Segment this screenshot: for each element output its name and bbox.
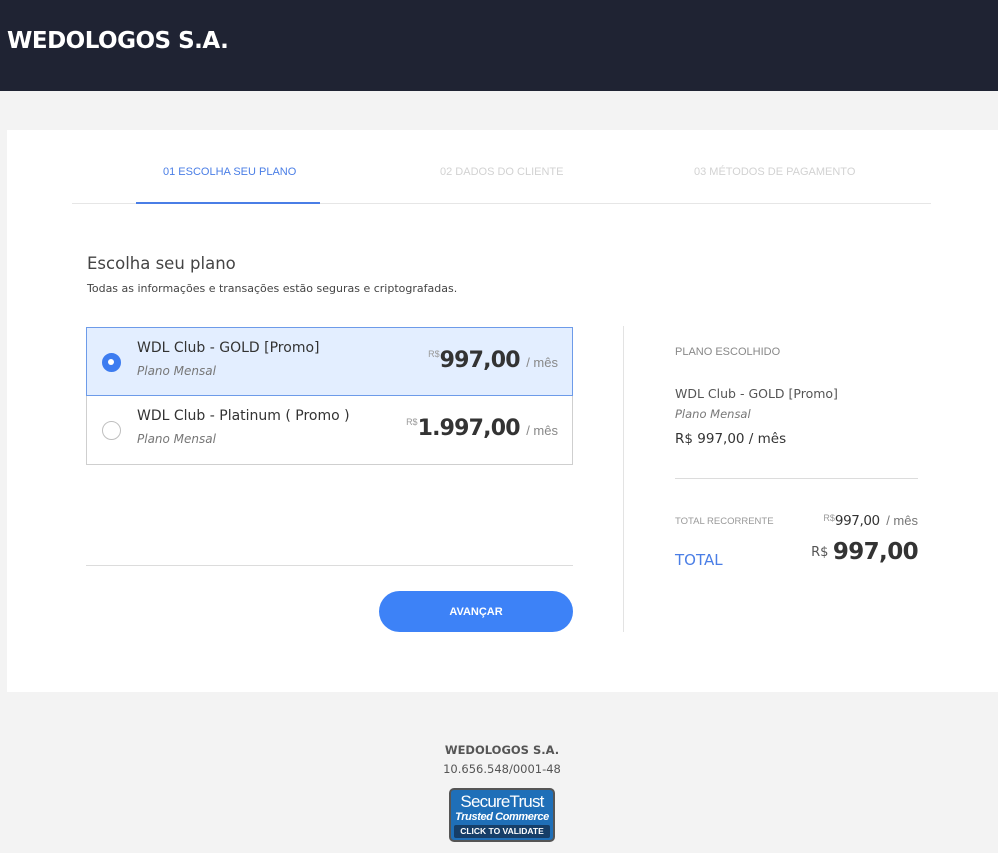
plan-name: WDL Club - Platinum ( Promo ) [137,408,350,424]
divider [86,565,573,566]
top-header: WEDOLOGOS S.A. [0,0,998,91]
seal-subtitle: Trusted Commerce [455,811,549,823]
plan-price: R$997,00 / mês [428,348,558,373]
next-button[interactable]: AVANÇAR [379,591,573,632]
plan-list: WDL Club - GOLD [Promo] Plano Mensal R$9… [86,327,573,465]
total-amount: 997,00 [832,539,919,565]
securetrust-seal[interactable]: SecureTrust Trusted Commerce CLICK TO VA… [449,788,555,842]
price-amount: 997,00 [439,348,521,373]
summary-plan-price: R$ 997,00 / mês [675,431,787,447]
total-value: R$ 997,00 [811,539,919,565]
plan-price: R$1.997,00 / mês [406,416,558,441]
footer-company-id: 10.656.548/0001-48 [443,762,561,776]
plan-period: Plano Mensal [137,364,216,378]
currency-symbol: R$ [428,349,440,359]
recurring-total-value: R$997,00 / mês [823,512,918,530]
radio-button[interactable] [102,421,121,440]
vertical-divider [623,326,624,632]
plan-option-platinum[interactable]: WDL Club - Platinum ( Promo ) Plano Mens… [86,396,573,465]
footer-company-name: WEDOLOGOS S.A. [444,743,560,757]
plan-option-gold[interactable]: WDL Club - GOLD [Promo] Plano Mensal R$9… [86,327,573,396]
checkout-card: 01 ESCOLHA SEU PLANO 02 DADOS DO CLIENTE… [7,130,998,692]
currency-symbol: R$ [811,545,829,560]
tab-step-3-payment-methods[interactable]: 03 MÉTODOS DE PAGAMENTO [694,166,855,178]
order-summary: PLANO ESCOLHIDO WDL Club - GOLD [Promo] … [675,346,919,569]
radio-button-selected[interactable] [102,353,121,372]
summary-plan-period: Plano Mensal [675,407,751,421]
divider [675,478,918,479]
summary-plan-name: WDL Club - GOLD [Promo] [675,386,838,401]
currency-symbol: R$ [406,417,418,427]
summary-heading: PLANO ESCOLHIDO [675,346,781,358]
section-title: Escolha seu plano [87,254,236,273]
total-label: TOTAL [675,551,723,569]
tab-step-1-choose-plan[interactable]: 01 ESCOLHA SEU PLANO [163,166,296,178]
recurring-total-label: TOTAL RECORRENTE [675,516,774,527]
seal-validate-link[interactable]: CLICK TO VALIDATE [454,825,550,838]
price-period: / mês [526,423,558,438]
tab-step-2-client-data[interactable]: 02 DADOS DO CLIENTE [440,166,563,178]
seal-title: SecureTrust [460,792,544,811]
brand-logo[interactable]: WEDOLOGOS S.A. [7,28,229,54]
price-period: / mês [526,355,558,370]
active-step-indicator [136,202,320,204]
section-subtitle: Todas as informações e transações estão … [87,282,458,295]
price-amount: 1.997,00 [417,416,521,441]
recurring-amount: 997,00 [834,513,880,529]
checkout-steps: 01 ESCOLHA SEU PLANO 02 DADOS DO CLIENTE… [72,130,931,204]
recurring-period: / mês [886,513,918,528]
footer: WEDOLOGOS S.A. 10.656.548/0001-48 Secure… [0,743,998,842]
plan-name: WDL Club - GOLD [Promo] [137,340,320,356]
plan-period: Plano Mensal [137,432,216,446]
currency-symbol: R$ [823,513,835,523]
